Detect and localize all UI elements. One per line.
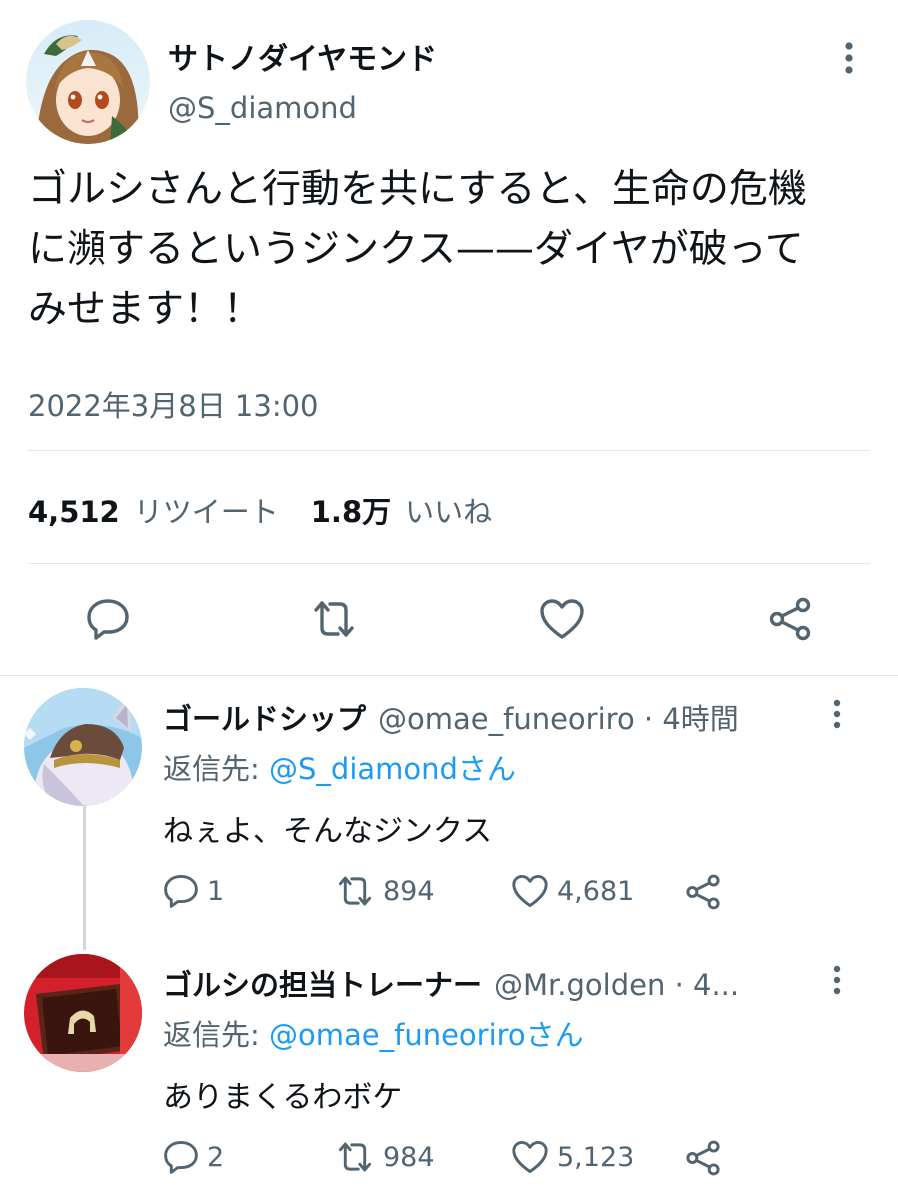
reply-to-mention[interactable]: @omae_funeoriroさん — [269, 1018, 584, 1052]
share-icon — [686, 1140, 720, 1176]
like-count[interactable]: 1.8万 — [311, 489, 391, 531]
retweet-button[interactable]: 894 — [335, 874, 435, 908]
reply-to-line: 返信先: @omae_funeoriroさん — [163, 1012, 584, 1054]
like-button[interactable] — [538, 595, 586, 643]
author-name[interactable]: サトノダイヤモンド — [168, 34, 437, 78]
like-button[interactable]: 5,123 — [511, 1140, 634, 1174]
reply-to-mention[interactable]: @S_diamondさん — [269, 752, 516, 786]
retweet-label[interactable]: リツイート — [134, 489, 279, 531]
reply-to-line: 返信先: @S_diamondさん — [163, 746, 516, 788]
like-count: 4,681 — [557, 875, 635, 907]
reply-count: 2 — [207, 1141, 225, 1173]
author-handle[interactable]: @S_diamond — [168, 91, 357, 125]
thread-connector-line — [83, 805, 86, 950]
retweet-button[interactable]: 984 — [335, 1140, 435, 1174]
retweet-count: 894 — [383, 875, 435, 907]
share-button[interactable] — [766, 595, 814, 643]
share-button[interactable] — [685, 874, 729, 910]
like-label[interactable]: いいね — [405, 489, 492, 531]
heart-icon — [512, 874, 548, 908]
more-vertical-icon — [833, 965, 841, 995]
reply-action-bar: 1 894 4,681 — [163, 874, 763, 914]
tweet-text-line: ゴルシさんと行動を共にすると、生命の危機 — [28, 167, 807, 212]
heart-icon — [540, 599, 584, 639]
retweet-button[interactable] — [310, 595, 358, 643]
author-avatar[interactable] — [26, 20, 150, 144]
share-button[interactable] — [685, 1140, 729, 1176]
reply-button[interactable]: 1 — [163, 874, 224, 908]
reply-author-name[interactable]: ゴルシの担当トレーナー — [163, 962, 482, 1004]
tweet-timestamp[interactable]: 2022年3月8日 13:00 — [28, 383, 319, 425]
tweet-text-line: みせます！！ — [28, 287, 263, 332]
divider — [0, 675, 898, 676]
retweet-icon — [338, 876, 372, 906]
reply-bubble-icon — [164, 874, 198, 908]
tweet-text-line: に瀕するというジンクス——ダイヤが破って — [28, 227, 804, 272]
share-icon — [769, 597, 811, 641]
reply-text: ありまくるわボケ — [163, 1080, 403, 1115]
reply-count: 1 — [207, 875, 225, 907]
tweet-text: ゴルシさんと行動を共にすると、生命の危機 に瀕するというジンクス——ダイヤが破っ… — [28, 160, 878, 340]
reply-button[interactable] — [84, 595, 132, 643]
more-options-button[interactable] — [834, 38, 864, 78]
heart-icon — [512, 1140, 548, 1174]
retweet-count[interactable]: 4,512 — [28, 495, 120, 529]
reply-author-meta[interactable]: @Mr.golden · 4... — [494, 968, 739, 1002]
reply-author-meta[interactable]: @omae_funeoriro · 4時間 — [378, 696, 739, 738]
more-vertical-icon — [845, 42, 853, 74]
engagement-stats: 4,512 リツイート 1.8万 いいね — [28, 489, 524, 531]
reply-header: ゴールドシップ @omae_funeoriro · 4時間 — [163, 696, 823, 738]
reply-header: ゴルシの担当トレーナー @Mr.golden · 4... — [163, 962, 823, 1004]
divider — [28, 563, 870, 564]
reply-more-button[interactable] — [822, 694, 852, 734]
divider — [28, 450, 870, 451]
tweet-action-bar — [0, 595, 898, 645]
retweet-count: 984 — [383, 1141, 435, 1173]
reply-action-bar: 2 984 5,123 — [163, 1140, 763, 1180]
like-button[interactable]: 4,681 — [511, 874, 634, 908]
reply-to-prefix: 返信先: — [163, 1018, 269, 1052]
share-icon — [686, 874, 720, 910]
retweet-icon — [314, 601, 354, 637]
reply-text: ねぇよ、そんなジンクス — [163, 814, 493, 849]
like-count: 5,123 — [557, 1141, 635, 1173]
reply-avatar[interactable] — [24, 688, 142, 806]
reply-button[interactable]: 2 — [163, 1140, 224, 1174]
reply-bubble-icon — [164, 1140, 198, 1174]
more-vertical-icon — [833, 699, 841, 729]
retweet-icon — [338, 1142, 372, 1172]
reply-to-prefix: 返信先: — [163, 752, 269, 786]
reply-bubble-icon — [87, 599, 129, 640]
reply-more-button[interactable] — [822, 960, 852, 1000]
reply-author-name[interactable]: ゴールドシップ — [163, 696, 366, 738]
reply-avatar[interactable] — [24, 954, 142, 1072]
